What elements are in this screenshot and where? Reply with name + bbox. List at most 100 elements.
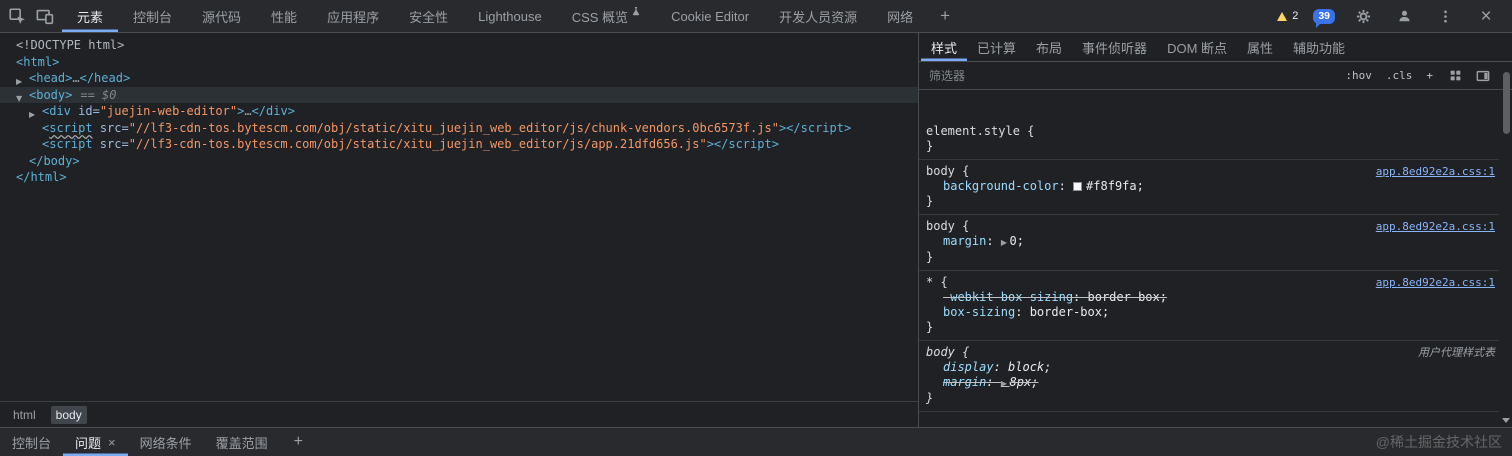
- tab-accessibility[interactable]: 辅助功能: [1283, 33, 1355, 61]
- gear-icon: [1356, 9, 1370, 23]
- rule-selector[interactable]: *: [926, 275, 933, 290]
- tab-event-listeners[interactable]: 事件侦听器: [1072, 33, 1157, 61]
- css-declaration[interactable]: margin: ▶ 8px;: [926, 375, 1495, 391]
- stylesheet-link[interactable]: app.8ed92e2a.css:1: [1364, 275, 1495, 290]
- tab-properties[interactable]: 属性: [1237, 33, 1283, 61]
- rule-selector[interactable]: body: [926, 219, 955, 234]
- css-property-name: background-color: [943, 179, 1059, 193]
- expand-shorthand-icon[interactable]: ▶: [1001, 379, 1010, 388]
- rule-header: body {用户代理样式表: [926, 345, 1495, 360]
- close-tab-icon[interactable]: ×: [108, 435, 116, 450]
- drawer-tab-network-conditions[interactable]: 网络条件: [128, 428, 204, 456]
- dom-breadcrumbs: html body: [0, 401, 918, 427]
- css-declaration[interactable]: margin: ▶ 0;: [926, 234, 1495, 250]
- tab-performance[interactable]: 性能: [256, 0, 312, 32]
- tab-elements[interactable]: 元素: [62, 0, 118, 32]
- syntax-tag: <head>: [29, 71, 73, 85]
- scrollbar-thumb[interactable]: [1503, 72, 1510, 134]
- semicolon: ;: [1044, 360, 1052, 374]
- new-style-rule-button[interactable]: +: [1420, 67, 1439, 84]
- dom-node-line[interactable]: ▶ <div id="juejin-web-editor">…</div>: [0, 103, 918, 120]
- css-declaration[interactable]: display: block;: [926, 360, 1495, 375]
- computed-sidebar-toggle-icon[interactable]: [1472, 69, 1494, 83]
- element-classes-button[interactable]: .cls: [1380, 67, 1419, 84]
- expand-ellipsis-button[interactable]: …: [244, 104, 251, 118]
- css-declaration[interactable]: box-sizing: border-box;: [926, 305, 1495, 320]
- tab-label: 控制台: [133, 9, 173, 25]
- breadcrumb-html[interactable]: html: [8, 406, 41, 424]
- tab-label: 开发人员资源: [779, 9, 858, 25]
- tab-lighthouse[interactable]: Lighthouse: [463, 0, 557, 32]
- tab-sources[interactable]: 源代码: [187, 0, 256, 32]
- tab-styles[interactable]: 样式: [921, 33, 967, 61]
- tab-css-overview[interactable]: CSS 概览: [557, 0, 656, 32]
- tab-dom-breakpoints[interactable]: DOM 断点: [1157, 33, 1237, 61]
- rule-selector[interactable]: element.style: [926, 124, 1020, 139]
- drawer-tab-console[interactable]: 控制台: [0, 428, 63, 456]
- close-devtools-button[interactable]: ×: [1473, 3, 1499, 29]
- dom-node-line[interactable]: <html>: [0, 54, 918, 71]
- tab-console[interactable]: 控制台: [118, 0, 187, 32]
- close-brace: }: [926, 391, 934, 405]
- dom-tree: <!DOCTYPE html> <html> ▶ <head>…</head> ▼ <bo…: [0, 33, 918, 401]
- tab-network[interactable]: 网络: [872, 0, 928, 32]
- grid-swatches-icon[interactable]: [1445, 69, 1466, 82]
- syntax-attr-value: "//lf3-cdn-tos.bytescm.com/obj/static/xi…: [128, 120, 779, 135]
- css-declaration[interactable]: -webkit-box-sizing: border-box;: [926, 290, 1495, 305]
- dom-node-line[interactable]: <script src="//lf3-cdn-tos.bytescm.com/o…: [0, 120, 918, 137]
- css-declaration[interactable]: background-color: #f8f9fa;: [926, 179, 1495, 194]
- issues-badge[interactable]: 39: [1313, 8, 1335, 28]
- drawer-tab-issues[interactable]: 问题 ×: [63, 428, 128, 456]
- stylesheet-link[interactable]: app.8ed92e2a.css:1: [1364, 219, 1495, 234]
- stylesheet-link[interactable]: app.8ed92e2a.css:1: [1364, 164, 1495, 179]
- dom-node-line[interactable]: ▶ <head>…</head>: [0, 70, 918, 87]
- profile-icon[interactable]: [1391, 3, 1417, 29]
- tab-application[interactable]: 应用程序: [312, 0, 394, 32]
- styles-scrollbar[interactable]: [1500, 62, 1512, 427]
- toggle-element-state-button[interactable]: :hov: [1339, 67, 1378, 84]
- styles-filter-input[interactable]: [927, 67, 1334, 84]
- top-toolbar: 元素 控制台 源代码 性能 应用程序 安全性 Lighthouse CSS 概览 Cookie …: [0, 0, 1512, 33]
- rule-selector[interactable]: body: [926, 345, 955, 360]
- scroll-down-arrow-icon[interactable]: [1502, 418, 1510, 423]
- syntax-tag: </div>: [251, 104, 295, 118]
- rule-selector[interactable]: body: [926, 164, 955, 179]
- drawer-tab-coverage[interactable]: 覆盖范围: [204, 428, 280, 456]
- top-tab-strip: 元素 控制台 源代码 性能 应用程序 安全性 Lighthouse CSS 概览 Cookie …: [62, 0, 928, 32]
- expand-ellipsis-button[interactable]: …: [72, 71, 79, 85]
- open-brace: {: [954, 345, 970, 359]
- tab-computed[interactable]: 已计算: [967, 33, 1026, 61]
- syntax-punct: =: [121, 120, 129, 135]
- tab-cookie-editor[interactable]: Cookie Editor: [656, 0, 764, 32]
- dom-node-line[interactable]: <!DOCTYPE html>: [0, 37, 918, 54]
- rules-main: element.style {} body {app.8ed92e2a.css:1…: [919, 120, 1499, 412]
- syntax-punct: =: [92, 104, 100, 118]
- inspect-element-icon[interactable]: [4, 3, 30, 29]
- expand-shorthand-icon[interactable]: ▶: [1001, 238, 1010, 247]
- dom-node-line[interactable]: ▼ <body> == $0: [0, 86, 918, 103]
- device-toolbar-icon[interactable]: [32, 3, 58, 29]
- person-icon: [1398, 10, 1410, 21]
- dom-node-line[interactable]: </html>: [0, 169, 918, 186]
- settings-gear-icon[interactable]: [1350, 3, 1376, 29]
- styles-rules-pane: element.style {} body {app.8ed92e2a.css:1…: [919, 90, 1512, 427]
- dom-node-line[interactable]: <script src="//lf3-cdn-tos.bytescm.com/o…: [0, 136, 918, 153]
- css-property-value: border-box: [1087, 290, 1160, 304]
- syntax-tag: </head>: [79, 71, 131, 85]
- drawer-tab-label: 控制台: [12, 435, 52, 451]
- console-warnings-badge[interactable]: 2: [1277, 10, 1298, 22]
- tab-security[interactable]: 安全性: [394, 0, 463, 32]
- drawer-more-tabs-button[interactable]: +: [280, 428, 317, 456]
- syntax-tag: script: [49, 120, 93, 135]
- styles-tab-strip: 样式 已计算 布局 事件侦听器 DOM 断点 属性 辅助功能: [919, 33, 1512, 62]
- dom-node-line[interactable]: </body>: [0, 153, 918, 170]
- tab-layout[interactable]: 布局: [1026, 33, 1072, 61]
- kebab-menu-icon[interactable]: [1432, 3, 1458, 29]
- css-property-value: 0: [1009, 234, 1017, 248]
- devtools-window: 元素 控制台 源代码 性能 应用程序 安全性 Lighthouse CSS 概览 Cookie …: [0, 0, 1512, 456]
- syntax-tag: </html>: [16, 170, 67, 184]
- color-swatch[interactable]: [1073, 182, 1083, 191]
- tab-developer-resources[interactable]: 开发人员资源: [764, 0, 872, 32]
- more-tabs-button[interactable]: +: [928, 0, 962, 32]
- breadcrumb-body[interactable]: body: [50, 405, 87, 424]
